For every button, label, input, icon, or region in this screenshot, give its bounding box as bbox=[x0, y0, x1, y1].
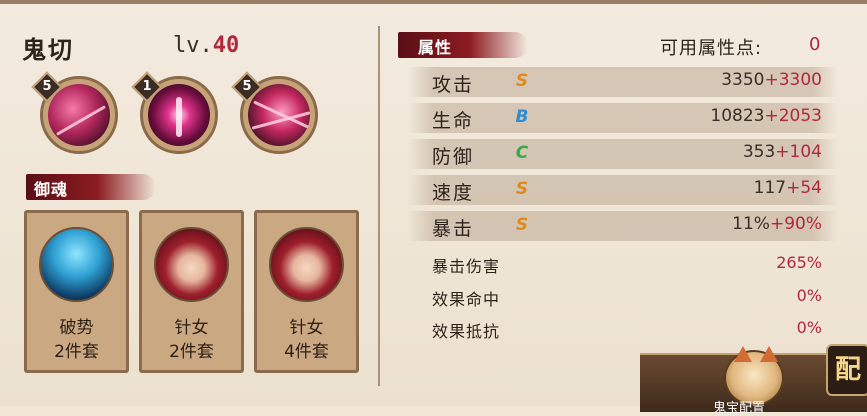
config-side-button[interactable]: 配 bbox=[826, 344, 867, 396]
level-value: 40 bbox=[212, 33, 240, 58]
yuhun-portrait-icon bbox=[39, 227, 114, 302]
attribute-value: 0% bbox=[796, 318, 822, 337]
level-prefix: lv. bbox=[173, 33, 213, 58]
attribute-name: 生命 bbox=[432, 110, 475, 132]
yuhun-set-card[interactable]: 针女 2件套 bbox=[139, 210, 244, 373]
attribute-row-speed: 速度 S 117+54 bbox=[408, 175, 838, 205]
attribute-header: 属性 bbox=[418, 38, 453, 57]
character-level: lv.40 bbox=[173, 33, 239, 58]
yuhun-set-count: 2件套 bbox=[169, 342, 214, 362]
attribute-row-effect-hit: 效果命中 0% bbox=[408, 282, 838, 312]
attribute-value: 3350+3300 bbox=[721, 70, 822, 90]
attribute-name: 效果命中 bbox=[432, 290, 501, 309]
character-info: 鬼切 lv.40 5 1 5 御魂 破势 2件套 针女 2件套 针女 4件套 bbox=[0, 4, 378, 410]
attribute-row-defense: 防御 C 353+104 bbox=[408, 139, 838, 169]
grade-s-icon: S bbox=[515, 215, 529, 235]
attribute-name: 速度 bbox=[432, 182, 475, 204]
grade-b-icon: B bbox=[515, 107, 529, 127]
attribute-row-attack: 攻击 S 3350+3300 bbox=[408, 67, 838, 97]
attribute-value: 11%+90% bbox=[732, 214, 822, 234]
attribute-row-crit-damage: 暴击伤害 265% bbox=[408, 249, 838, 279]
attribute-value: 0% bbox=[796, 286, 822, 305]
character-name: 鬼切 bbox=[22, 36, 74, 64]
panel-divider bbox=[378, 26, 380, 386]
yuhun-set-count: 4件套 bbox=[284, 342, 329, 362]
yuhun-portrait-icon bbox=[269, 227, 344, 302]
grade-s-icon: S bbox=[515, 71, 529, 91]
yuhun-header: 御魂 bbox=[34, 180, 69, 199]
attribute-name: 防御 bbox=[432, 146, 475, 168]
yuhun-set-count: 2件套 bbox=[54, 342, 99, 362]
attribute-value: 117+54 bbox=[753, 178, 822, 198]
available-points-value: 0 bbox=[809, 34, 821, 55]
attribute-row-crit: 暴击 S 11%+90% bbox=[408, 211, 838, 241]
character-panel: 鬼切 lv.40 5 1 5 御魂 破势 2件套 针女 2件套 针女 4件套 属… bbox=[0, 0, 867, 416]
attribute-name: 暴击伤害 bbox=[432, 257, 501, 276]
yuhun-set-name: 破势 bbox=[59, 318, 94, 338]
available-points-label: 可用属性点: bbox=[660, 38, 763, 59]
attribute-value: 353+104 bbox=[742, 142, 822, 162]
yuhun-set-card[interactable]: 针女 4件套 bbox=[254, 210, 359, 373]
attribute-row-effect-resist: 效果抵抗 0% bbox=[408, 314, 838, 344]
attribute-value: 10823+2053 bbox=[710, 106, 822, 126]
yuhun-portrait-icon bbox=[154, 227, 229, 302]
grade-s-icon: S bbox=[515, 179, 529, 199]
grade-c-icon: C bbox=[515, 143, 529, 163]
attribute-row-hp: 生命 B 10823+2053 bbox=[408, 103, 838, 133]
attribute-value: 265% bbox=[776, 253, 822, 272]
config-button-label[interactable]: 鬼宝配置 bbox=[713, 397, 765, 416]
yuhun-set-name: 针女 bbox=[174, 318, 209, 338]
yuhun-set-name: 针女 bbox=[289, 318, 324, 338]
yuhun-set-card[interactable]: 破势 2件套 bbox=[24, 210, 129, 373]
attribute-name: 效果抵抗 bbox=[432, 322, 501, 341]
attribute-name: 暴击 bbox=[432, 218, 475, 240]
attribute-name: 攻击 bbox=[432, 74, 475, 96]
